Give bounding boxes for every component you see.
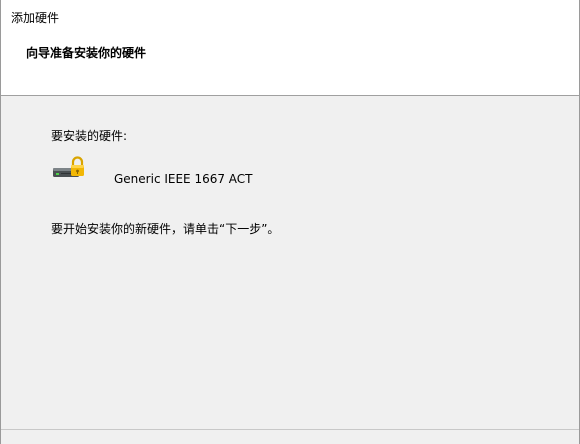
wizard-content: 要安装的硬件: Generic IEEE 1667 ACT 要开始安装你的新硬件… [1, 96, 579, 429]
storage-lock-icon [53, 156, 84, 177]
wizard-header: 向导准备安装你的硬件 [1, 36, 579, 96]
add-hardware-window: 添加硬件 向导准备安装你的硬件 要安装的硬件: Generic IEEE 166… [0, 0, 580, 444]
device-name: Generic IEEE 1667 ACT [114, 172, 253, 186]
title-bar[interactable]: 添加硬件 [1, 0, 579, 36]
hardware-to-install-label: 要安装的硬件: [51, 129, 128, 143]
window-title: 添加硬件 [11, 11, 60, 25]
wizard-heading: 向导准备安装你的硬件 [26, 46, 147, 60]
button-area [1, 430, 579, 444]
instruction-text: 要开始安装你的新硬件，请单击“下一步”。 [51, 222, 280, 236]
